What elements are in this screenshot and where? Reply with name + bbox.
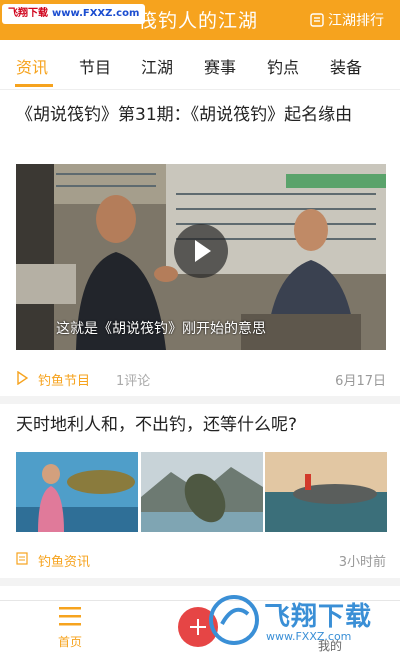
nav-home[interactable]: 首页 xyxy=(50,605,90,650)
rank-label: 江湖排行 xyxy=(328,13,384,29)
tab-gear[interactable]: 装备 xyxy=(330,54,362,78)
jumping-fish-image xyxy=(141,452,263,532)
article-title[interactable]: 《胡说筏钓》第31期：《胡说筏钓》起名缘由 xyxy=(16,102,384,128)
tab-spots[interactable]: 钓点 xyxy=(267,54,299,78)
rank-button[interactable]: 江湖排行 xyxy=(310,10,384,30)
nav-home-label: 首页 xyxy=(57,635,82,649)
comment-count: 1评论 xyxy=(116,374,151,389)
menu-icon xyxy=(59,607,81,626)
article-title[interactable]: 天时地利人和，不出钓，还等什么呢? xyxy=(16,412,384,438)
article-meta: 钓鱼节目 1评论 6月17日 xyxy=(16,368,386,389)
video-thumbnail[interactable]: 这就是《胡说筏钓》刚开始的意思 xyxy=(16,164,386,350)
tab-news[interactable]: 资讯 xyxy=(16,54,48,78)
fishing-boat-image xyxy=(265,452,387,532)
article-time: 6月17日 xyxy=(335,374,386,389)
article-meta: 钓鱼资讯 3小时前 xyxy=(16,549,386,570)
watermark-logo-icon xyxy=(209,595,259,645)
tab-programs[interactable]: 节目 xyxy=(79,54,111,78)
active-tab-indicator xyxy=(15,84,53,87)
article-time: 3小时前 xyxy=(338,555,386,570)
divider xyxy=(0,396,400,404)
article-category[interactable]: 钓鱼资讯 xyxy=(38,551,90,570)
article-thumbnail[interactable] xyxy=(16,452,138,532)
watermark-url: www.FXXZ.com xyxy=(52,8,140,19)
divider xyxy=(0,578,400,586)
woman-holding-fish-image xyxy=(16,452,138,532)
play-outline-icon xyxy=(17,371,28,385)
rank-icon xyxy=(310,13,324,27)
play-icon[interactable] xyxy=(174,224,228,278)
watermark-text: 飞翔下载 xyxy=(264,602,373,632)
article-thumbnail[interactable] xyxy=(265,452,387,532)
tab-jianghu[interactable]: 江湖 xyxy=(141,54,173,78)
watermark-logo: 飞翔下载 www.FXXZ.com xyxy=(208,590,398,656)
tab-events[interactable]: 赛事 xyxy=(204,54,236,78)
watermark-badge: 飞翔下载 www.FXXZ.com xyxy=(2,4,146,24)
watermark-url-bottom: www.FXXZ.com xyxy=(266,630,352,643)
video-subtitle: 这就是《胡说筏钓》刚开始的意思 xyxy=(56,321,266,337)
article-thumbnail[interactable] xyxy=(141,452,263,532)
article-category[interactable]: 钓鱼节目 xyxy=(38,370,90,389)
app-header: 飞翔下载 www.FXXZ.com 筏钓人的江湖 江湖排行 xyxy=(0,0,400,40)
page-title: 筏钓人的江湖 xyxy=(138,10,259,32)
watermark-site: 飞翔下载 xyxy=(8,8,48,19)
category-tabs: 资讯 节目 江湖 赛事 钓点 装备 xyxy=(0,40,400,90)
document-icon xyxy=(16,552,28,565)
